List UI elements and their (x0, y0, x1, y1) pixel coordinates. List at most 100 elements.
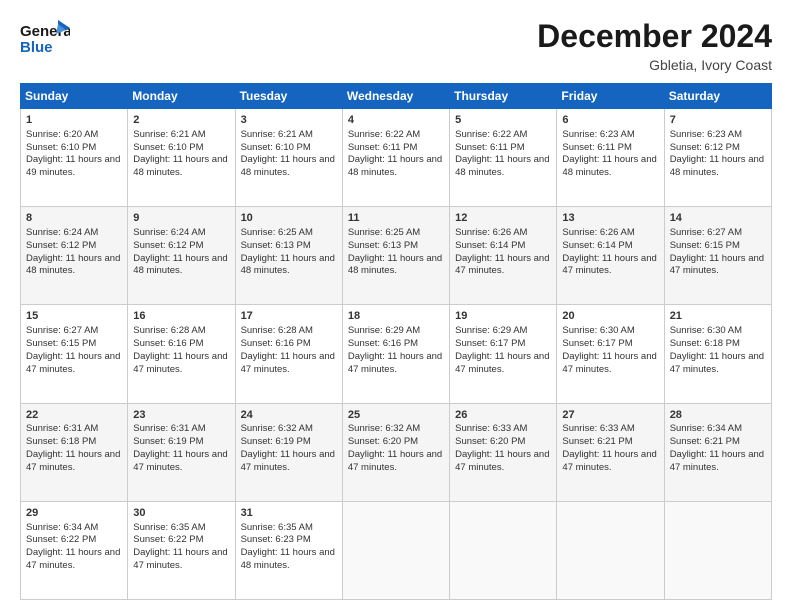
sunset-text: Sunset: 6:21 PM (670, 436, 740, 447)
logo-icon: General Blue (20, 18, 70, 60)
sunrise-text: Sunrise: 6:30 AM (562, 325, 634, 336)
sunrise-text: Sunrise: 6:33 AM (455, 423, 527, 434)
table-row: 28Sunrise: 6:34 AMSunset: 6:21 PMDayligh… (664, 403, 771, 501)
daylight-text: Daylight: 11 hours and 47 minutes. (26, 547, 120, 571)
day-number: 31 (241, 506, 337, 521)
page: General Blue December 2024 Gbletia, Ivor… (0, 0, 792, 612)
calendar-week-row: 1Sunrise: 6:20 AMSunset: 6:10 PMDaylight… (21, 109, 772, 207)
sunset-text: Sunset: 6:13 PM (348, 240, 418, 251)
day-number: 28 (670, 408, 766, 423)
sunrise-text: Sunrise: 6:24 AM (133, 227, 205, 238)
sunset-text: Sunset: 6:16 PM (133, 338, 203, 349)
table-row (342, 501, 449, 599)
sunset-text: Sunset: 6:15 PM (26, 338, 96, 349)
table-row: 11Sunrise: 6:25 AM Sunset: 6:13 PM Dayligh… (342, 207, 449, 305)
location-subtitle: Gbletia, Ivory Coast (537, 57, 772, 73)
daylight-text: Daylight: 11 hours and 47 minutes. (241, 449, 335, 473)
table-row: 20Sunrise: 6:30 AMSunset: 6:17 PMDayligh… (557, 305, 664, 403)
col-sunday: Sunday (21, 84, 128, 109)
sunset-text: Sunset: 6:18 PM (670, 338, 740, 349)
day-number: 22 (26, 408, 122, 423)
daylight-text: Daylight: 11 hours and 47 minutes. (26, 449, 120, 473)
sunset-text: Sunset: 6:10 PM (133, 142, 203, 153)
day-number: 2 (133, 113, 229, 128)
daylight-text: Daylight: 11 hours and 47 minutes. (670, 253, 764, 277)
table-row: 27Sunrise: 6:33 AMSunset: 6:21 PMDayligh… (557, 403, 664, 501)
table-row: 1Sunrise: 6:20 AMSunset: 6:10 PMDaylight… (21, 109, 128, 207)
col-saturday: Saturday (664, 84, 771, 109)
table-row: 10Sunrise: 6:25 AMSunset: 6:13 PMDayligh… (235, 207, 342, 305)
day-number: 16 (133, 309, 229, 324)
day-number: 15 (26, 309, 122, 324)
sunrise-text: Sunrise: 6:35 AM (133, 522, 205, 533)
calendar-week-row: 8 Sunrise: 6:24 AM Sunset: 6:12 PM Daylight… (21, 207, 772, 305)
table-row: 26Sunrise: 6:33 AMSunset: 6:20 PMDayligh… (450, 403, 557, 501)
table-row: 29Sunrise: 6:34 AMSunset: 6:22 PMDayligh… (21, 501, 128, 599)
sunset-text: Sunset: 6:11 PM (455, 142, 525, 153)
sunrise-text: Sunrise: 6:23 AM (670, 129, 742, 140)
table-row: 17Sunrise: 6:28 AMSunset: 6:16 PMDayligh… (235, 305, 342, 403)
sunrise-text: Sunrise: 6:32 AM (241, 423, 313, 434)
day-number: 3 (241, 113, 337, 128)
table-row: 19Sunrise: 6:29 AMSunset: 6:17 PMDayligh… (450, 305, 557, 403)
col-friday: Friday (557, 84, 664, 109)
sunset-text: Sunset: 6:17 PM (562, 338, 632, 349)
calendar-header-row: Sunday Monday Tuesday Wednesday Thursday… (21, 84, 772, 109)
day-number: 12 (455, 211, 551, 226)
day-number: 18 (348, 309, 444, 324)
sunset-text: Sunset: 6:17 PM (455, 338, 525, 349)
daylight-text: Daylight: 11 hours and 47 minutes. (562, 351, 656, 375)
day-number: 6 (562, 113, 658, 128)
daylight-text: Daylight: 11 hours and 48 minutes. (670, 154, 764, 178)
table-row: 30Sunrise: 6:35 AMSunset: 6:22 PMDayligh… (128, 501, 235, 599)
daylight-text: Daylight: 11 hours and 47 minutes. (670, 351, 764, 375)
sunset-text: Sunset: 6:12 PM (133, 240, 203, 251)
sunrise-text: Sunrise: 6:23 AM (562, 129, 634, 140)
col-tuesday: Tuesday (235, 84, 342, 109)
sunset-text: Sunset: 6:16 PM (241, 338, 311, 349)
calendar-week-row: 29Sunrise: 6:34 AMSunset: 6:22 PMDayligh… (21, 501, 772, 599)
table-row: 4Sunrise: 6:22 AMSunset: 6:11 PMDaylight… (342, 109, 449, 207)
sunrise-text: Sunrise: 6:34 AM (26, 522, 98, 533)
sunset-text: Sunset: 6:12 PM (26, 240, 96, 251)
day-number: 7 (670, 113, 766, 128)
day-number: 25 (348, 408, 444, 423)
daylight-text: Daylight: 11 hours and 47 minutes. (26, 351, 120, 375)
daylight-text: Daylight: 11 hours and 47 minutes. (133, 351, 227, 375)
sunset-text: Sunset: 6:11 PM (348, 142, 418, 153)
daylight-text: Daylight: 11 hours and 47 minutes. (348, 351, 442, 375)
sunrise-text: Sunrise: 6:32 AM (348, 423, 420, 434)
day-number: 11 (348, 211, 444, 226)
sunrise-text: Sunrise: 6:30 AM (670, 325, 742, 336)
day-number: 27 (562, 408, 658, 423)
day-number: 17 (241, 309, 337, 324)
sunrise-text: Sunrise: 6:26 AM (562, 227, 634, 238)
sunrise-text: Sunrise: 6:27 AM (670, 227, 742, 238)
daylight-text: Daylight: 11 hours and 47 minutes. (455, 351, 549, 375)
sunrise-text: Sunrise: 6:31 AM (26, 423, 98, 434)
table-row: 31Sunrise: 6:35 AMSunset: 6:23 PMDayligh… (235, 501, 342, 599)
table-row: 22Sunrise: 6:31 AMSunset: 6:18 PMDayligh… (21, 403, 128, 501)
daylight-text: Daylight: 11 hours and 47 minutes. (241, 351, 335, 375)
table-row (557, 501, 664, 599)
sunrise-text: Sunrise: 6:29 AM (348, 325, 420, 336)
sunset-text: Sunset: 6:21 PM (562, 436, 632, 447)
table-row: 8Sunrise: 6:24 AMSunset: 6:12 PMDaylight… (21, 207, 128, 305)
day-number: 26 (455, 408, 551, 423)
sunset-text: Sunset: 6:23 PM (241, 534, 311, 545)
sunrise-text: Sunrise: 6:33 AM (562, 423, 634, 434)
sunset-text: Sunset: 6:15 PM (670, 240, 740, 251)
sunrise-text: Sunrise: 6:25 AM (348, 227, 420, 238)
table-row: 12Sunrise: 6:26 AMSunset: 6:14 PMDayligh… (450, 207, 557, 305)
day-number: 8 (26, 211, 122, 226)
table-row: 15Sunrise: 6:27 AMSunset: 6:15 PMDayligh… (21, 305, 128, 403)
col-wednesday: Wednesday (342, 84, 449, 109)
sunrise-text: Sunrise: 6:21 AM (133, 129, 205, 140)
daylight-text: Daylight: 11 hours and 48 minutes. (133, 154, 227, 178)
day-number: 9 (133, 211, 229, 226)
calendar-week-row: 15Sunrise: 6:27 AMSunset: 6:15 PMDayligh… (21, 305, 772, 403)
daylight-text: Daylight: 11 hours and 48 minutes. (455, 154, 549, 178)
daylight-text: Daylight: 11 hours and 47 minutes. (133, 547, 227, 571)
sunset-text: Sunset: 6:19 PM (241, 436, 311, 447)
daylight-text: Daylight: 11 hours and 48 minutes. (348, 253, 442, 277)
